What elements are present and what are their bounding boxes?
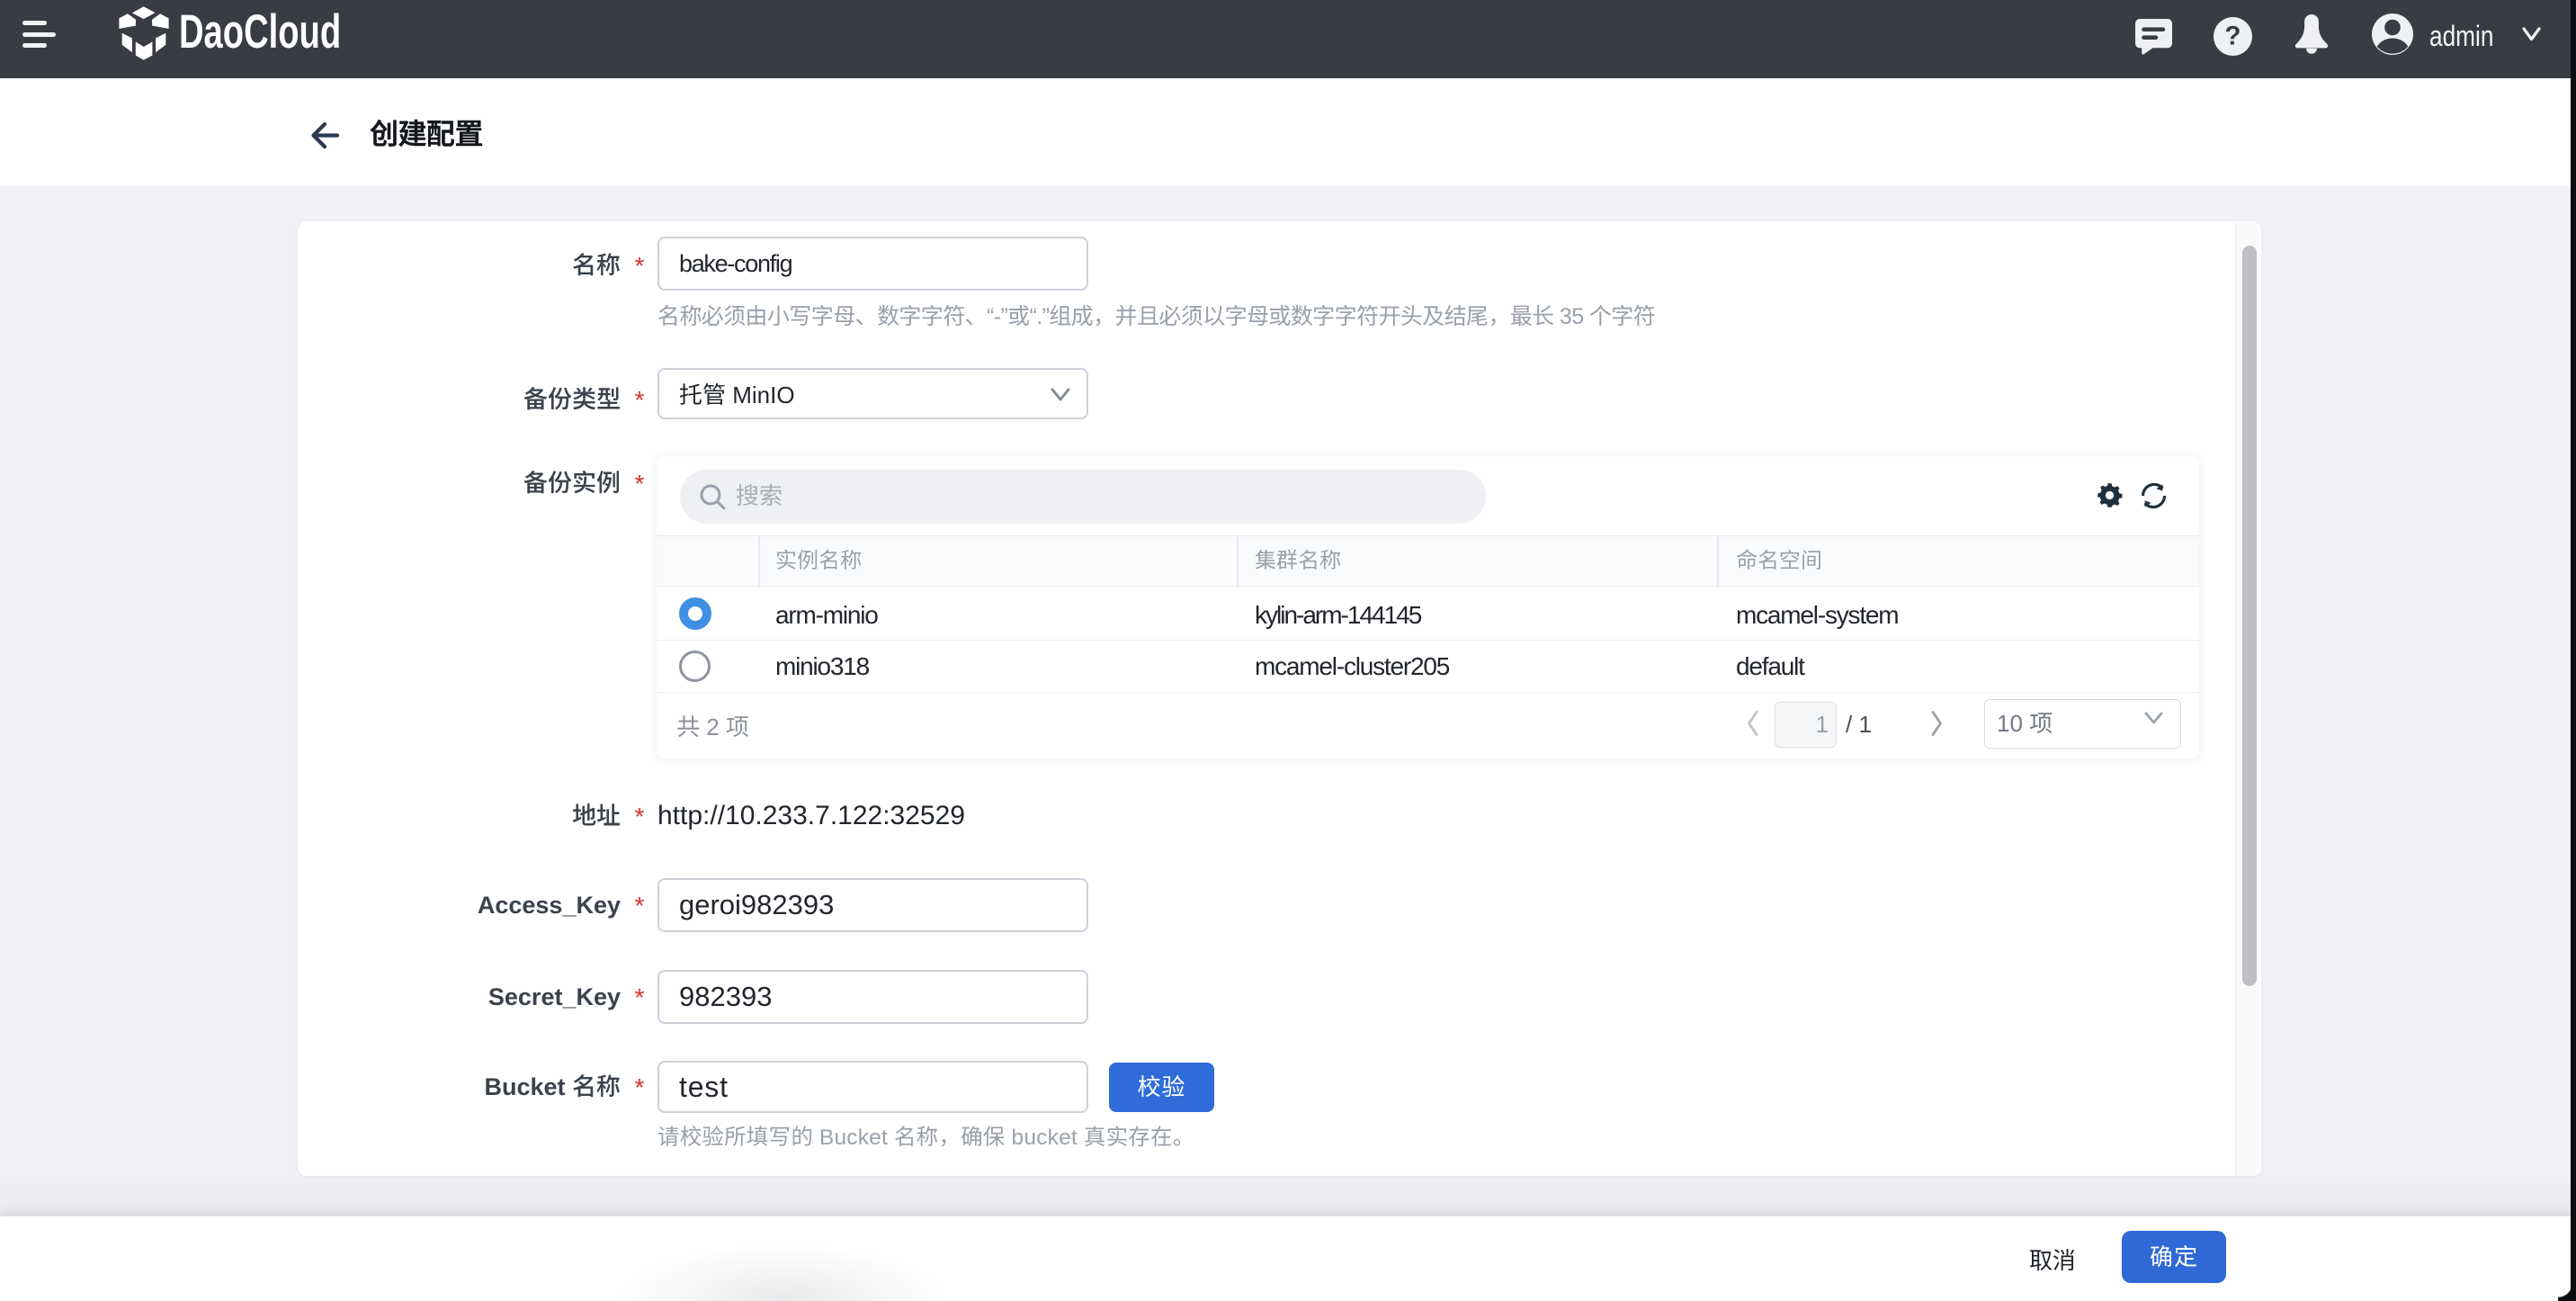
svg-text:?: ? <box>2225 21 2241 50</box>
